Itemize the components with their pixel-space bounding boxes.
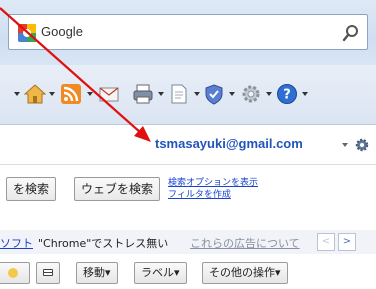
search-mail-button[interactable]: を検索 [6,177,57,201]
tools-icon[interactable] [240,83,262,107]
archive-button[interactable] [0,262,30,284]
print-icon[interactable] [132,83,154,107]
browser-command-bar: ? [0,65,376,125]
prev-ad-arrow-icon[interactable]: < [317,233,335,251]
label-button[interactable]: ラベル▾ [134,262,187,284]
feed-icon[interactable] [60,83,82,107]
gmail-search-row: を検索 ウェブを検索 検索オプションを表示 フィルタを作成 [0,165,376,217]
chevron-down-icon[interactable] [14,92,20,96]
chevron-down-icon[interactable] [266,92,272,96]
minus-button[interactable] [36,262,60,284]
move-button[interactable]: 移動▾ [76,262,118,284]
chevron-down-icon[interactable] [342,143,348,147]
browser-search-box[interactable]: Google [8,14,368,50]
gmail-account-row: tsmasayuki@gmail.com [0,126,376,164]
search-provider-name: Google [41,24,83,39]
browser-search-bar: Google [0,0,376,65]
search-icon[interactable] [341,23,361,43]
message-toolbar: 移動▾ ラベル▾ その他の操作▾ [0,258,376,289]
minus-icon [43,269,53,276]
chevron-down-icon[interactable] [49,92,55,96]
settings-gear-icon[interactable] [354,137,370,157]
next-ad-arrow-icon[interactable]: > [338,233,356,251]
svg-text:?: ? [283,88,291,103]
archive-icon [8,268,18,278]
safety-icon[interactable] [203,83,225,107]
chevron-down-icon[interactable] [302,92,308,96]
more-actions-button[interactable]: その他の操作▾ [202,262,288,284]
google-provider-icon [17,23,37,43]
chevron-down-icon[interactable] [194,92,200,96]
ad-text[interactable]: "Chrome"でストレス無い [38,235,168,251]
help-icon[interactable]: ? [276,83,298,107]
chevron-down-icon[interactable] [158,92,164,96]
page-icon[interactable] [168,83,190,107]
search-web-button[interactable]: ウェブを検索 [74,177,161,201]
about-ads-link[interactable]: これらの広告について [190,235,300,251]
ad-source-link[interactable]: ソフト [0,235,33,251]
home-icon[interactable] [24,83,46,107]
account-email[interactable]: tsmasayuki@gmail.com [155,136,303,151]
chevron-down-icon[interactable] [229,92,235,96]
mail-icon[interactable] [98,83,120,107]
create-filter-link[interactable]: フィルタを作成 [168,187,231,200]
chevron-down-icon[interactable] [87,92,93,96]
ad-row: ソフト "Chrome"でストレス無い これらの広告について < > [0,230,376,254]
